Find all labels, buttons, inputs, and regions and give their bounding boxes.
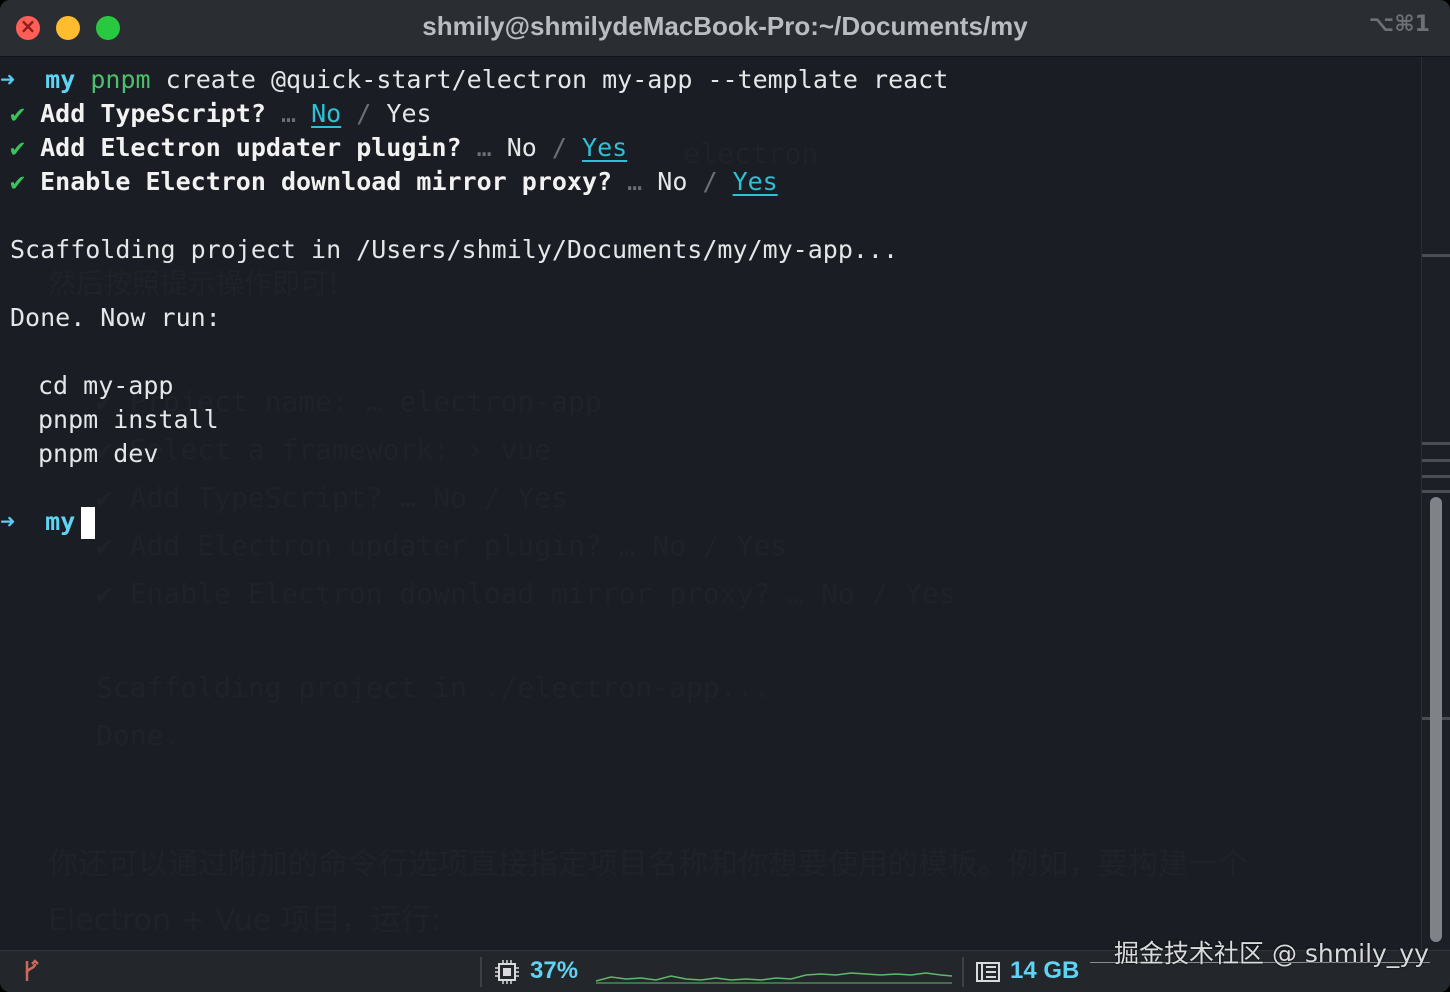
- scroll-marker: [1422, 490, 1450, 493]
- scroll-marker: [1422, 442, 1450, 445]
- background-ghost-text: ✔ Add Electron updater plugin? … No / Ye…: [96, 529, 788, 562]
- background-ghost-text: Electron + Vue 项目，运行:: [48, 903, 441, 938]
- scroll-marker: [1422, 475, 1450, 478]
- command-tool: pnpm: [90, 65, 151, 94]
- ellipsis: …: [627, 167, 643, 196]
- prompt-arrow-icon: ➜: [0, 65, 16, 94]
- text-cursor: [81, 507, 96, 539]
- cpu-usage-value: 37%: [530, 957, 579, 984]
- next-step-line: pnpm dev: [38, 439, 159, 468]
- scroll-marker: [1422, 459, 1450, 462]
- next-step-line: cd my-app: [38, 371, 174, 400]
- background-ghost-text: 你还可以通过附加的命令行选项直接指定项目名称和你想要使用的模板。例如，要构建一个: [48, 847, 1248, 882]
- scrollbar-thumb[interactable]: [1430, 497, 1442, 942]
- prompt-directory: my: [45, 65, 76, 94]
- ellipsis: …: [476, 133, 492, 162]
- question-text: Add TypeScript?: [40, 99, 266, 128]
- window-title: shmily@shmilydeMacBook-Pro:~/Documents/m…: [422, 11, 1028, 41]
- cpu-usage-graph: [596, 972, 952, 984]
- option-separator: /: [551, 133, 567, 162]
- scrollbar[interactable]: [1421, 57, 1450, 950]
- prompt-arrow-icon: ➜: [0, 507, 16, 536]
- prompt-question: ✔ Add TypeScript? … No / Yes: [10, 97, 432, 131]
- option-yes: Yes: [732, 167, 778, 196]
- option-yes: Yes: [582, 133, 628, 162]
- option-no: No: [657, 167, 688, 196]
- option-yes: Yes: [386, 99, 432, 128]
- background-ghost-text: 然后按照提示操作即可!: [48, 267, 340, 300]
- watermark-text: 掘金技术社区 @ shmily_yy: [1114, 939, 1429, 968]
- background-ghost-text: ✔ Select a framework: › vue: [96, 433, 552, 466]
- background-ghost-text: ✔ Enable Electron download mirror proxy?…: [96, 577, 956, 610]
- option-separator: /: [702, 167, 718, 196]
- option-no: No: [506, 133, 537, 162]
- ellipsis: …: [280, 99, 297, 128]
- prompt-question: ✔ Enable Electron download mirror proxy?…: [10, 165, 778, 199]
- prompt-question: ✔ Add Electron updater plugin? … No / Ye…: [10, 131, 627, 165]
- question-text: Add Electron updater plugin?: [40, 133, 462, 162]
- background-ghost-text: ✔ Add TypeScript? … No / Yes: [96, 481, 569, 514]
- terminal-output[interactable]: electron 然后按照提示操作即可! ✔ Project name: … e…: [0, 57, 1420, 950]
- command-args: create @quick-start/electron my-app --te…: [150, 65, 949, 94]
- option-no: No: [311, 99, 342, 128]
- status-separator: [480, 957, 482, 987]
- memory-icon: [976, 962, 1000, 982]
- check-icon: ✔: [10, 133, 26, 162]
- title-bar: shmily@shmilydeMacBook-Pro:~/Documents/m…: [0, 0, 1450, 57]
- question-text: Enable Electron download mirror proxy?: [40, 167, 613, 196]
- active-prompt-line[interactable]: ➜ my: [0, 505, 96, 539]
- cpu-chip-icon: [495, 960, 519, 984]
- scaffolding-message: Scaffolding project in /Users/shmily/Doc…: [10, 235, 899, 264]
- check-icon: ✔: [10, 99, 26, 128]
- done-message: Done. Now run:: [10, 303, 221, 332]
- terminal-window: shmily@shmilydeMacBook-Pro:~/Documents/m…: [0, 0, 1450, 992]
- prompt-directory: my: [45, 507, 76, 536]
- tab-shortcut-label: ⌥⌘1: [1368, 12, 1430, 37]
- check-icon: ✔: [10, 167, 26, 196]
- background-ghost-text: Scaffolding project in ./electron-app...: [96, 671, 771, 704]
- command-line: ➜ my pnpm create @quick-start/electron m…: [0, 63, 948, 97]
- status-separator: [962, 957, 964, 987]
- git-branch-icon: [25, 959, 39, 981]
- scroll-marker: [1422, 254, 1450, 257]
- next-step-line: pnpm install: [38, 405, 219, 434]
- memory-usage-value: 14 GB: [1010, 957, 1080, 984]
- option-separator: /: [356, 99, 372, 128]
- background-ghost-text: Done.: [96, 719, 181, 752]
